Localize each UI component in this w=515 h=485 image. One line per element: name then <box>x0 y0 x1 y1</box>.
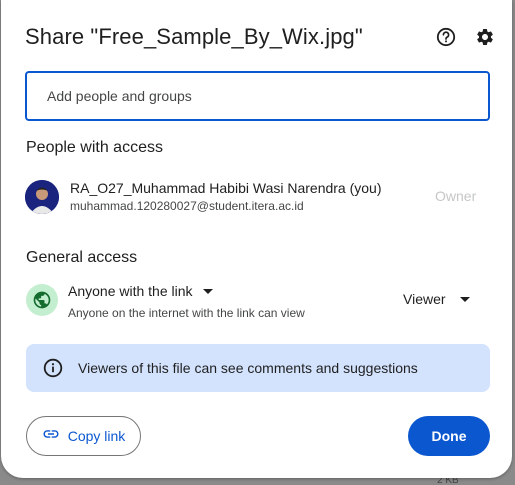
person-email: muhammad.120280027@student.itera.ac.id <box>70 199 304 213</box>
viewer-role-label: Viewer <box>403 291 446 307</box>
add-people-input[interactable] <box>27 73 488 119</box>
globe-icon <box>26 284 58 316</box>
info-icon <box>43 357 65 379</box>
done-button[interactable]: Done <box>408 416 490 456</box>
owner-role-label: Owner <box>435 188 477 204</box>
background-file-size: 2 KB <box>437 477 459 485</box>
general-access-heading: General access <box>26 249 138 266</box>
done-label: Done <box>431 428 467 444</box>
share-dialog: Share "Free_Sample_By_Wix.jpg" People wi… <box>1 0 512 478</box>
copy-link-label: Copy link <box>67 428 126 444</box>
add-people-field[interactable] <box>25 71 490 121</box>
viewer-role-dropdown[interactable]: Viewer <box>403 291 470 307</box>
copy-link-button[interactable]: Copy link <box>26 416 141 456</box>
person-name: RA_O27_Muhammad Habibi Wasi Narendra (yo… <box>70 180 382 196</box>
people-with-access-heading: People with access <box>26 139 163 156</box>
info-banner: Viewers of this file can see comments an… <box>26 344 490 392</box>
avatar <box>25 180 59 214</box>
caret-down-icon <box>202 288 213 294</box>
general-access-dropdown[interactable]: Anyone with the link <box>68 283 213 299</box>
general-access-description: Anyone on the internet with the link can… <box>68 306 305 320</box>
info-banner-text: Viewers of this file can see comments an… <box>78 360 418 376</box>
dialog-title: Share "Free_Sample_By_Wix.jpg" <box>25 24 363 49</box>
caret-down-icon <box>459 296 470 302</box>
general-access-option: Anyone with the link <box>68 283 193 299</box>
help-circle-icon[interactable] <box>435 26 457 48</box>
link-icon <box>42 425 60 448</box>
gear-icon[interactable] <box>474 26 496 48</box>
